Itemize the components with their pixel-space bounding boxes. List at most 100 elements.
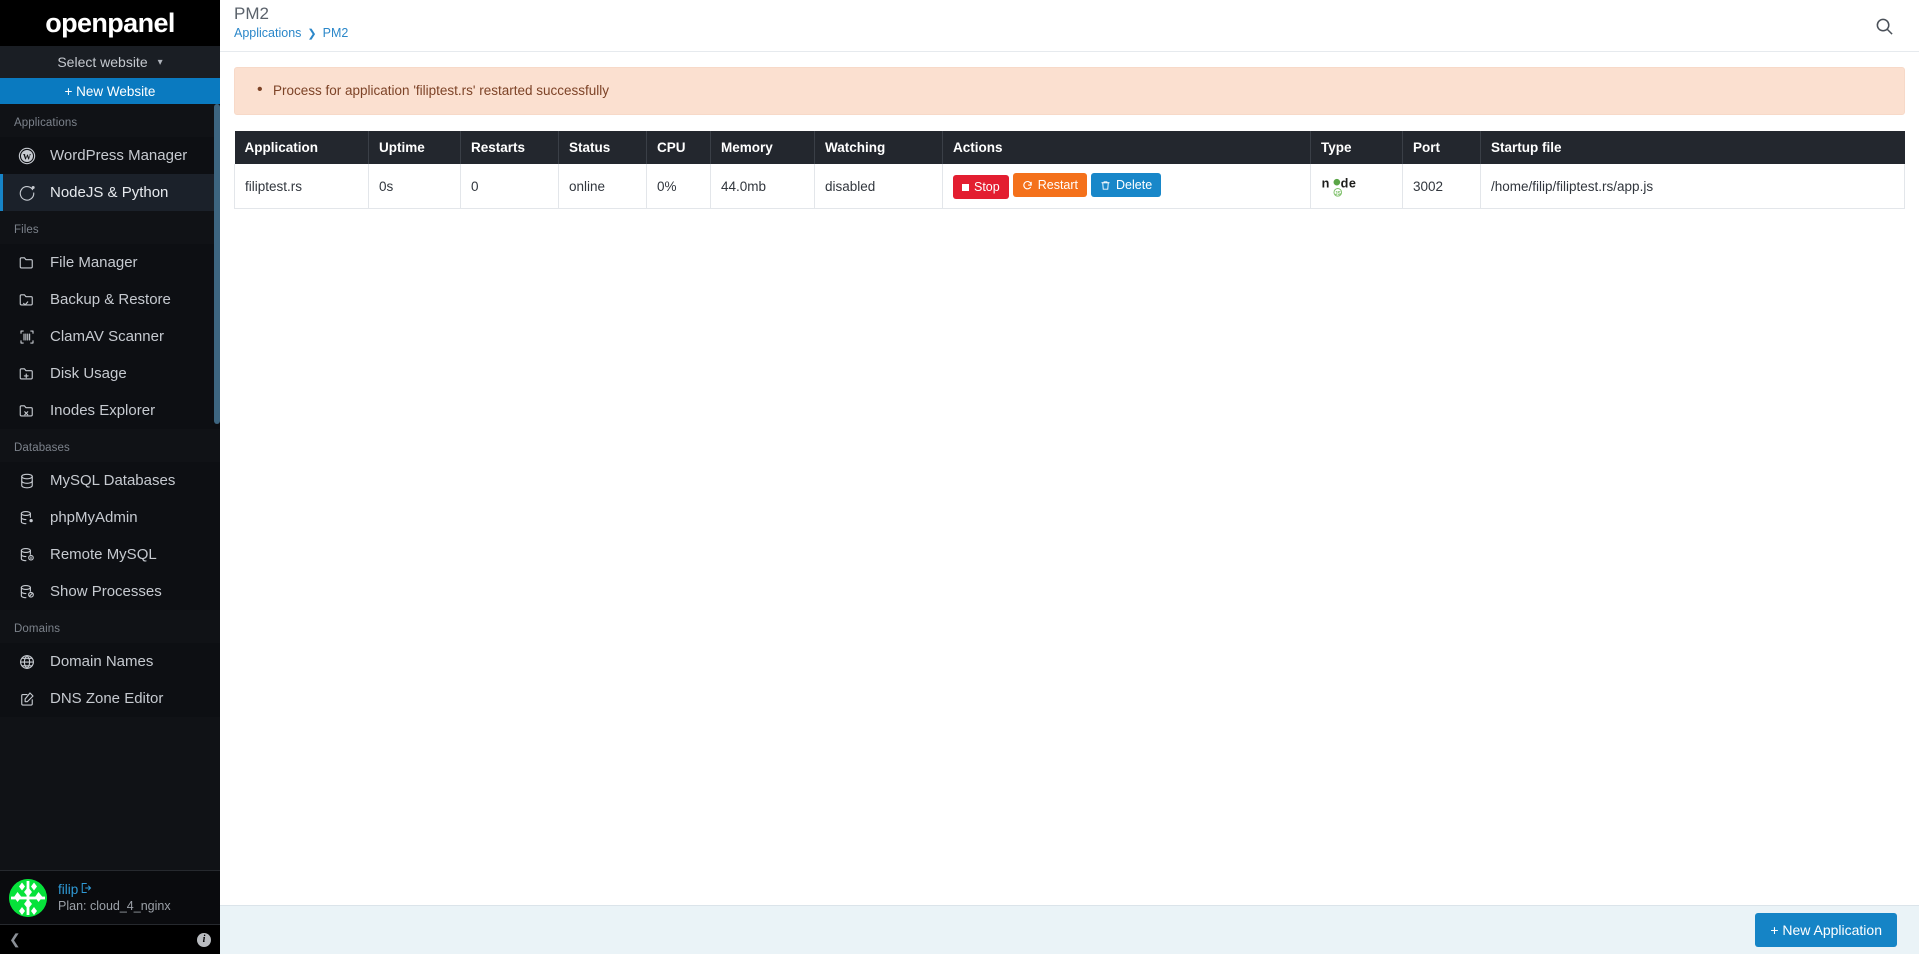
alert-banner: Process for application 'filiptest.rs' r… [234, 67, 1905, 115]
identicon-avatar-svg [9, 878, 47, 917]
sidebar-item-label: phpMyAdmin [50, 509, 138, 526]
svg-text:W: W [22, 152, 31, 161]
column-header-status: Status [558, 131, 647, 164]
alert-message-list: Process for application 'filiptest.rs' r… [253, 81, 1888, 100]
website-selector-label: Select website [57, 54, 148, 70]
avatar [9, 878, 47, 917]
cell-uptime: 0s [368, 164, 461, 209]
sidebar-item-wordpress-manager[interactable]: W WordPress Manager [0, 137, 220, 174]
search-icon[interactable] [1871, 13, 1897, 39]
sidebar-item-phpmyadmin[interactable]: phpMyAdmin [0, 499, 220, 536]
cell-restarts: 0 [460, 164, 559, 209]
cell-actions: Stop Restart Delete [942, 164, 1311, 209]
cell-status: online [558, 164, 647, 209]
database-info-icon [17, 545, 36, 564]
stop-button[interactable]: Stop [953, 175, 1009, 199]
sidebar-item-inodes-explorer[interactable]: Inodes Explorer [0, 392, 220, 429]
sidebar-item-label: Show Processes [50, 583, 162, 600]
sidebar-item-backup-restore[interactable]: Backup & Restore [0, 281, 220, 318]
cell-watching: disabled [814, 164, 943, 209]
sidebar-item-remote-mysql[interactable]: Remote MySQL [0, 536, 220, 573]
sidebar-item-label: Inodes Explorer [50, 402, 156, 419]
database-block-icon [17, 582, 36, 601]
title-wrap: PM2 Applications ❯ PM2 [234, 3, 348, 40]
breadcrumb-separator: ❯ [307, 27, 317, 40]
breadcrumb: Applications ❯ PM2 [234, 26, 348, 40]
sidebar-item-label: NodeJS & Python [50, 184, 169, 201]
restart-button-label: Restart [1037, 178, 1079, 192]
sidebar-section-domains: Domains [14, 623, 61, 635]
svg-text:e: e [1349, 176, 1356, 190]
sidebar: openpanel Select website ▾ + New Website… [0, 0, 220, 954]
wordpress-icon: W [17, 146, 36, 165]
column-header-restarts: Restarts [460, 131, 559, 164]
sidebar-item-domain-names[interactable]: Domain Names [0, 643, 220, 680]
delete-button-label: Delete [1116, 178, 1153, 192]
sidebar-item-label: Backup & Restore [50, 291, 171, 308]
sidebar-item-label: WordPress Manager [50, 147, 188, 164]
user-plan: Plan: cloud_4_nginx [58, 899, 171, 913]
sidebar-nav: Applications W WordPress Manager NodeJS & P… [0, 104, 220, 870]
table-header-row: Application Uptime Restarts Status CPU Memory… [234, 131, 1905, 164]
restart-button[interactable]: Restart [1012, 173, 1088, 197]
sidebar-item-dns-zone-editor[interactable]: DNS Zone Editor [0, 680, 220, 717]
info-icon[interactable]: i [197, 932, 211, 947]
svg-text:d: d [1341, 176, 1349, 190]
new-application-button[interactable]: + New Application [1755, 913, 1897, 947]
column-header-cpu: CPU [646, 131, 711, 164]
user-panel: filip Plan: cloud_4_nginx [0, 870, 220, 924]
website-selector[interactable]: Select website ▾ [0, 46, 220, 78]
globe-icon [17, 652, 36, 671]
sidebar-item-show-processes[interactable]: Show Processes [0, 573, 220, 610]
user-meta: filip Plan: cloud_4_nginx [58, 882, 171, 913]
cell-type: n d e JS [1310, 164, 1403, 209]
column-header-uptime: Uptime [368, 131, 461, 164]
delete-button[interactable]: Delete [1091, 173, 1162, 197]
sidebar-item-label: Disk Usage [50, 365, 127, 382]
sidebar-item-disk-usage[interactable]: Disk Usage [0, 355, 220, 392]
stop-square-icon [962, 183, 969, 191]
sidebar-item-label: Remote MySQL [50, 546, 157, 563]
sidebar-item-mysql-databases[interactable]: MySQL Databases [0, 462, 220, 499]
column-header-type: Type [1310, 131, 1403, 164]
sidebar-item-clamav-scanner[interactable]: ClamAV Scanner [0, 318, 220, 355]
applications-table: Application Uptime Restarts Status CPU Memory… [234, 131, 1905, 209]
sidebar-item-label: ClamAV Scanner [50, 328, 164, 345]
content-area: Process for application 'filiptest.rs' r… [220, 52, 1919, 905]
sidebar-section-files: Files [14, 224, 39, 236]
refresh-icon [1023, 180, 1032, 189]
sidebar-item-label: MySQL Databases [50, 472, 176, 489]
chevron-left-icon[interactable]: ❮ [9, 931, 21, 948]
nodejs-python-icon [17, 183, 36, 202]
column-header-startup-file: Startup file [1480, 131, 1905, 164]
sidebar-item-label: File Manager [50, 254, 138, 271]
breadcrumb-item-applications[interactable]: Applications [234, 26, 301, 40]
database-dot-icon [17, 508, 36, 527]
cell-startup-file: /home/filip/filiptest.rs/app.js [1480, 164, 1905, 209]
top-bar: PM2 Applications ❯ PM2 [220, 0, 1919, 52]
sidebar-item-label: DNS Zone Editor [50, 690, 164, 707]
column-header-actions: Actions [942, 131, 1311, 164]
sidebar-item-label: Domain Names [50, 653, 154, 670]
logout-icon[interactable] [80, 882, 92, 897]
folder-icon [17, 253, 36, 272]
main-area: PM2 Applications ❯ PM2 Process for applica… [220, 0, 1919, 954]
column-header-memory: Memory [710, 131, 815, 164]
brand-name: openpanel [45, 7, 175, 38]
sidebar-item-nodejs-python[interactable]: NodeJS & Python [0, 174, 220, 211]
sidebar-footer: ❮ i [0, 924, 220, 954]
cell-application: filiptest.rs [234, 164, 369, 209]
brand-logo[interactable]: openpanel [0, 0, 220, 46]
new-website-button[interactable]: + New Website [0, 78, 220, 104]
sidebar-section-applications: Applications [14, 117, 78, 129]
username-link[interactable]: filip [58, 882, 171, 897]
column-header-watching: Watching [814, 131, 943, 164]
stop-button-label: Stop [974, 180, 1000, 194]
sidebar-item-file-manager[interactable]: File Manager [0, 244, 220, 281]
database-icon [17, 471, 36, 490]
footer-bar: + New Application [220, 905, 1919, 954]
column-header-port: Port [1402, 131, 1481, 164]
cell-port: 3002 [1402, 164, 1481, 209]
breadcrumb-item-pm2[interactable]: PM2 [323, 26, 349, 40]
svg-text:n: n [1322, 176, 1330, 190]
